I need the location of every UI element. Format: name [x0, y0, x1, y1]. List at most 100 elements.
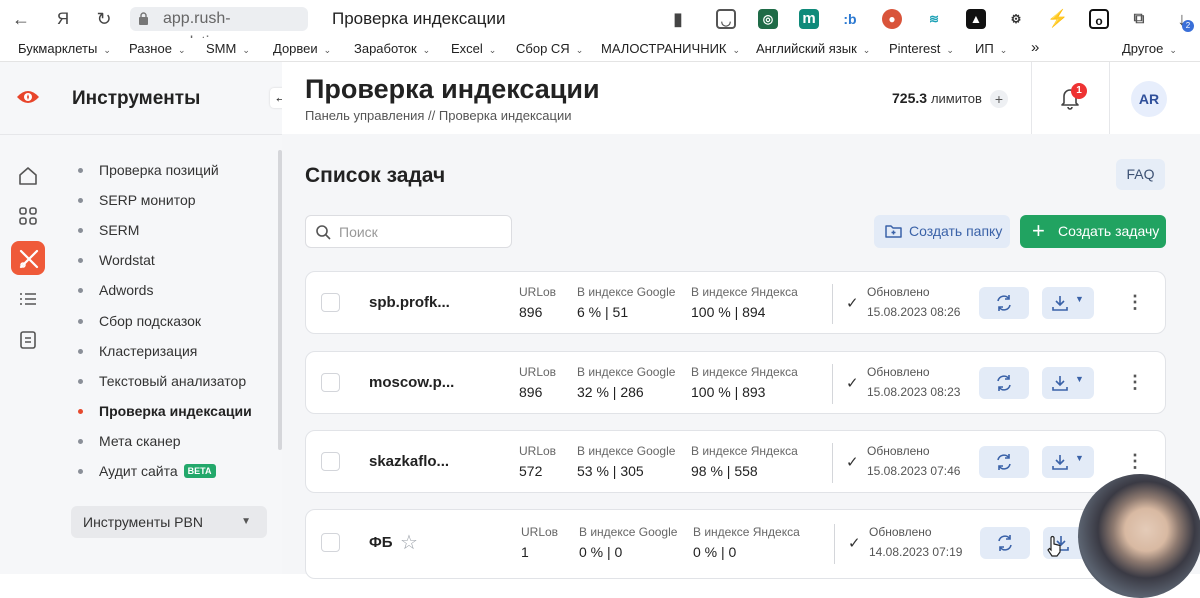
sidebar-item-positions[interactable]: Проверка позиций [78, 162, 219, 178]
bookmark-folder[interactable]: Заработок ⌄ [354, 41, 430, 56]
add-limits-button[interactable]: + [990, 90, 1008, 108]
checkmark-icon: ✓ [846, 375, 859, 392]
row-checkbox[interactable] [321, 293, 340, 312]
urls-cell: URLов 896 [519, 285, 557, 320]
header-divider [1031, 62, 1032, 134]
header-divider [1109, 62, 1110, 134]
bullet-icon [78, 228, 83, 233]
extensions-puzzle-icon[interactable]: ⧉ [1129, 9, 1149, 29]
dashboard-grid-icon[interactable] [16, 204, 40, 228]
bookmark-folder[interactable]: ИП ⌄ [975, 41, 1007, 56]
updated-cell: Обновлено 15.08.2023 08:23 [867, 365, 961, 399]
sidebar-item-suggestions[interactable]: Сбор подсказок [78, 313, 201, 329]
faq-button[interactable]: FAQ [1116, 159, 1165, 190]
yandex-logo-icon[interactable]: Я [52, 9, 74, 29]
extension-circle-icon[interactable]: ◎ [758, 9, 778, 29]
extension-bolt-icon[interactable]: ⚡ [1047, 9, 1068, 29]
task-row[interactable]: ФБ ☆ URLов 1 В индексе Google 0 % | 0 В ин… [305, 509, 1166, 579]
more-options-icon[interactable]: ⋮ [1126, 372, 1144, 392]
search-input[interactable] [339, 223, 499, 241]
extension-o-icon[interactable]: o [1089, 9, 1109, 29]
sidebar-item-site-audit[interactable]: Аудит сайта BETA [78, 463, 216, 479]
extension-bug-icon[interactable]: ● [882, 9, 902, 29]
sidebar-item-serm[interactable]: SERM [78, 222, 139, 238]
yandex-index-cell: В индексе Яндекса 100 % | 894 [691, 285, 798, 320]
bookmark-folder[interactable]: МАЛОСТРАНИЧНИК ⌄ [601, 41, 740, 56]
address-bar[interactable]: app.rush-analytics.ru [130, 7, 308, 51]
extension-b-icon[interactable]: :b [840, 9, 860, 29]
task-name[interactable]: spb.profk... [369, 294, 450, 311]
task-row[interactable]: spb.profk... URLов 896 В индексе Google 6 … [305, 271, 1166, 334]
bookmark-folder[interactable]: Excel ⌄ [451, 41, 496, 56]
bookmark-icon[interactable]: ▮ [667, 9, 689, 29]
google-index-cell: В индексе Google 0 % | 0 [579, 525, 678, 560]
bookmark-folder[interactable]: Разное ⌄ [129, 41, 185, 56]
star-icon[interactable]: ☆ [400, 530, 418, 555]
task-row[interactable]: moscow.p... URLов 896 В индексе Google 32 … [305, 351, 1166, 414]
task-name[interactable]: moscow.p... [369, 374, 454, 391]
google-index-cell: В индексе Google 32 % | 286 [577, 365, 676, 400]
bullet-icon [78, 439, 83, 444]
row-checkbox[interactable] [321, 533, 340, 552]
row-checkbox[interactable] [321, 373, 340, 392]
urls-cell: URLов 1 [521, 525, 559, 560]
sidebar-item-clustering[interactable]: Кластеризация [78, 343, 197, 359]
list-icon[interactable] [16, 287, 40, 311]
bookmark-folder[interactable]: Букмарклеты ⌄ [18, 41, 111, 56]
create-task-button[interactable]: + Создать задачу [1020, 215, 1166, 248]
downloads-badge: 2 [1182, 20, 1194, 32]
task-row[interactable]: skazkaflo... URLов 572 В индексе Google 53… [305, 430, 1166, 493]
refresh-button[interactable] [979, 287, 1029, 319]
sidebar-item-meta-scanner[interactable]: Мета сканер [78, 433, 181, 449]
download-button[interactable]: ▼ [1042, 287, 1094, 319]
icon-rail [0, 62, 57, 574]
refresh-button[interactable] [979, 446, 1029, 478]
extension-gear-icon[interactable]: ⚙ [1006, 9, 1026, 29]
bookmark-folder[interactable]: Pinterest ⌄ [889, 41, 954, 56]
sidebar-item-text-analyzer[interactable]: Текстовый анализатор [78, 373, 246, 389]
tools-icon[interactable] [11, 241, 45, 275]
refresh-icon [997, 375, 1011, 391]
notification-badge: 1 [1071, 83, 1087, 99]
home-icon[interactable] [16, 164, 40, 188]
pbn-tools-dropdown[interactable]: Инструменты PBN ▼ [71, 506, 267, 538]
document-icon[interactable] [16, 328, 40, 352]
extension-m-icon[interactable]: m [799, 9, 819, 29]
bookmark-folder[interactable]: Английский язык ⌄ [756, 41, 870, 56]
bookmarks-more-button[interactable]: » [1031, 39, 1039, 56]
bookmark-folder[interactable]: SMM ⌄ [206, 41, 250, 56]
breadcrumb[interactable]: Панель управления // Проверка индексации [305, 108, 572, 123]
task-name[interactable]: ФБ [369, 534, 393, 551]
other-bookmarks-folder[interactable]: Другое ⌄ [1122, 41, 1177, 56]
extension-a-icon[interactable]: ▲ [966, 9, 986, 29]
task-name[interactable]: skazkaflo... [369, 453, 449, 470]
refresh-button[interactable] [980, 527, 1030, 559]
refresh-button[interactable] [979, 367, 1029, 399]
search-field[interactable] [305, 215, 512, 248]
back-icon[interactable]: ← [10, 9, 32, 29]
rush-analytics-logo-icon[interactable] [16, 88, 40, 106]
section-title: Список задач [305, 164, 448, 191]
extension-wave-icon[interactable]: ≋ [924, 9, 944, 29]
download-button[interactable]: ▼ [1042, 446, 1094, 478]
more-options-icon[interactable]: ⋮ [1126, 292, 1144, 312]
bullet-icon [78, 409, 83, 414]
sidebar-item-adwords[interactable]: Adwords [78, 282, 153, 298]
pocket-extension-icon[interactable]: ◡ [716, 9, 736, 29]
download-icon [1052, 376, 1068, 391]
refresh-icon [997, 454, 1011, 470]
avatar[interactable]: AR [1131, 81, 1167, 117]
updated-cell: Обновлено 15.08.2023 07:46 [867, 444, 961, 478]
row-checkbox[interactable] [321, 452, 340, 471]
updated-cell: Обновлено 15.08.2023 08:26 [867, 285, 961, 319]
bookmark-folder[interactable]: Сбор СЯ ⌄ [516, 41, 583, 56]
sidebar-item-serp-monitor[interactable]: SERP монитор [78, 192, 196, 208]
lock-icon [139, 12, 148, 25]
more-options-icon[interactable]: ⋮ [1126, 451, 1144, 471]
create-folder-button[interactable]: Создать папку [874, 215, 1010, 248]
sidebar-item-index-check[interactable]: Проверка индексации [78, 403, 252, 419]
sidebar-item-wordstat[interactable]: Wordstat [78, 252, 155, 268]
bookmark-folder[interactable]: Дорвеи ⌄ [273, 41, 331, 56]
reload-icon[interactable]: ↻ [93, 9, 115, 29]
download-button[interactable]: ▼ [1042, 367, 1094, 399]
